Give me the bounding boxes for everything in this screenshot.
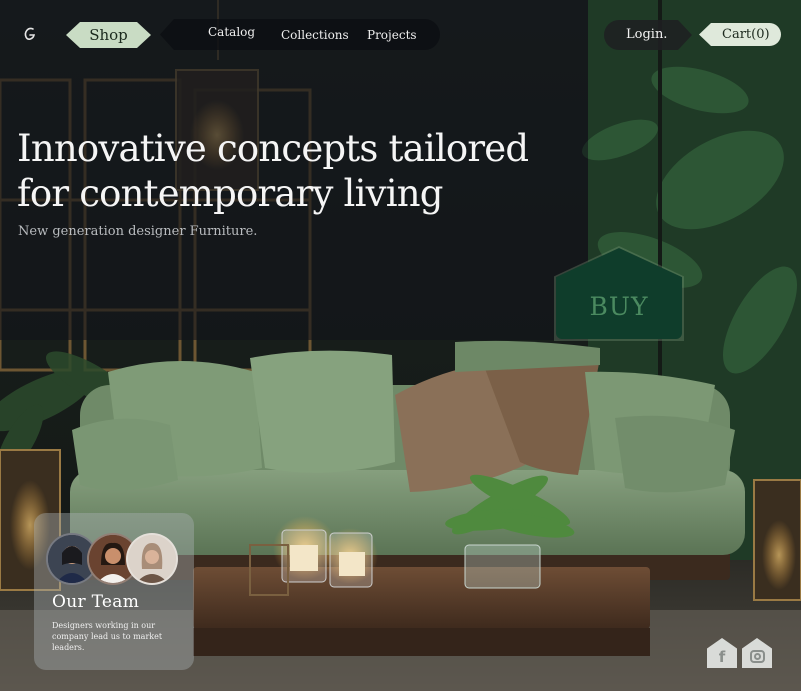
login-button[interactable]: Login.	[604, 20, 692, 50]
shop-button[interactable]: Shop	[66, 22, 151, 48]
hero-title: Innovative concepts tailored for contemp…	[17, 126, 537, 216]
cart-button[interactable]: Cart(0)	[699, 23, 781, 46]
team-description: Designers working in our company lead us…	[52, 621, 163, 652]
hero-title-line-1: Innovative concepts tailored	[17, 127, 529, 170]
team-title: Our Team	[52, 592, 140, 612]
nav-link-projects[interactable]: Projects	[367, 20, 417, 51]
nav-link-catalog[interactable]: Catalog	[208, 17, 255, 48]
hero-subtitle: New generation designer Furniture.	[18, 224, 258, 239]
hero-title-line-2: for contemporary living	[17, 172, 443, 215]
team-avatar-3[interactable]	[126, 533, 178, 585]
nav-link-collections[interactable]: Collections	[281, 20, 349, 51]
logo-mark-icon[interactable]	[22, 26, 38, 42]
buy-button-label[interactable]: BUY	[556, 292, 682, 321]
